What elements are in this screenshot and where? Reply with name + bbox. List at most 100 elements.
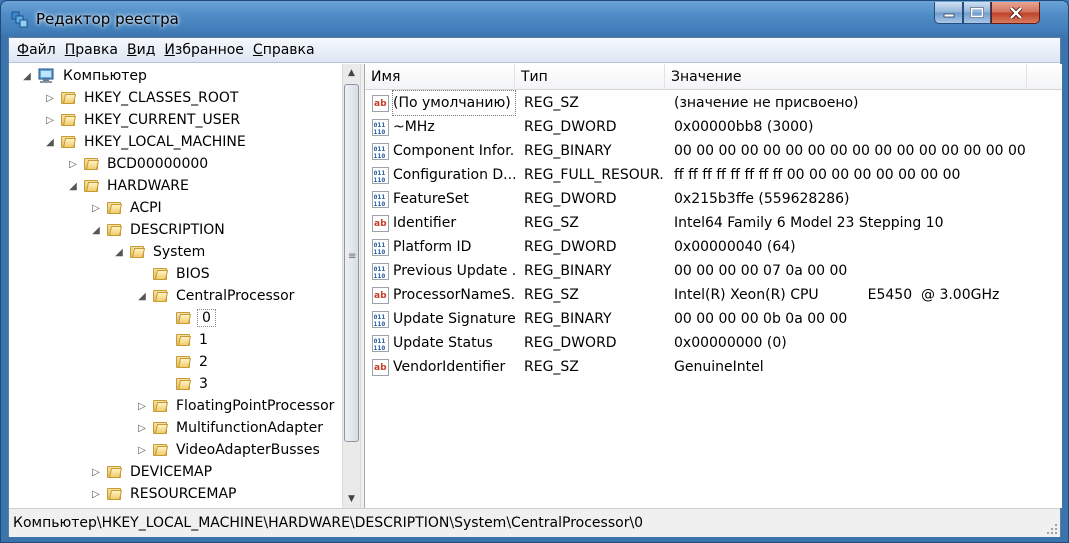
collapsed-arrow-icon[interactable]: ▷ bbox=[90, 197, 102, 219]
tree-node[interactable]: 1 bbox=[159, 329, 210, 351]
client-area: Файл Правка Вид Избранное Справка ◢ Комп… bbox=[8, 37, 1062, 537]
collapsed-arrow-icon[interactable]: ▷ bbox=[67, 153, 79, 175]
tree-node[interactable]: ◢ System bbox=[113, 241, 207, 263]
maximize-button[interactable] bbox=[963, 2, 991, 24]
list-row[interactable]: ab Identifier REG_SZ Intel64 Family 6 Model… bbox=[365, 211, 1062, 235]
tree-node[interactable]: ▷ FloatingPointProcessor bbox=[136, 395, 336, 417]
tree-node[interactable]: ◢ CentralProcessor bbox=[136, 285, 296, 307]
tree-node[interactable]: ◢ DESCRIPTION bbox=[90, 219, 227, 241]
expanded-arrow-icon[interactable]: ◢ bbox=[67, 175, 79, 197]
list-row[interactable]: 011 110 FeatureSet REG_DWORD 0x215b3ffe (559… bbox=[365, 187, 1062, 211]
scroll-up-arrow-icon[interactable]: ▲ bbox=[343, 64, 360, 81]
menu-view[interactable]: Вид bbox=[125, 42, 162, 58]
tree-node-label: DEVICEMAP bbox=[130, 464, 213, 480]
expanded-arrow-icon[interactable]: ◢ bbox=[113, 241, 125, 263]
value-type: REG_FULL_RESOUR... bbox=[524, 167, 665, 183]
list-row[interactable]: ab VendorIdentifier REG_SZ GenuineIntel bbox=[365, 355, 1062, 379]
list-row[interactable]: 011 110 Platform ID REG_DWORD 0x00000040 (64… bbox=[365, 235, 1062, 259]
value-name: Previous Update ... bbox=[393, 263, 515, 279]
column-header-value[interactable]: Значение bbox=[665, 64, 1027, 90]
tree-node[interactable]: 3 bbox=[159, 373, 210, 395]
tree-node[interactable]: ▷ ACPI bbox=[90, 197, 164, 219]
tree-node[interactable]: ◢ HARDWARE bbox=[67, 175, 191, 197]
collapsed-arrow-icon[interactable]: ▷ bbox=[44, 87, 56, 109]
collapsed-arrow-icon[interactable]: ▷ bbox=[44, 109, 56, 131]
value-name: ~MHz bbox=[393, 119, 435, 135]
list-row[interactable]: 011 110 Update Signature REG_BINARY 00 00 00… bbox=[365, 307, 1062, 331]
column-header-type[interactable]: Тип bbox=[515, 64, 665, 90]
resize-grip-icon[interactable] bbox=[1046, 523, 1058, 535]
tree-vertical-scrollbar[interactable]: ▲ ≡ ▼ bbox=[342, 64, 360, 508]
tree-node[interactable]: ▷ MultifunctionAdapter bbox=[136, 417, 325, 439]
menu-help[interactable]: Справка bbox=[251, 42, 322, 58]
folder-icon bbox=[60, 135, 77, 149]
list-row[interactable]: ab (По умолчанию) REG_SZ (значение не присв… bbox=[365, 90, 1062, 116]
tree-node[interactable]: BIOS bbox=[136, 263, 212, 285]
tree-node[interactable]: ◢ HKEY_LOCAL_MACHINE bbox=[44, 131, 248, 153]
collapsed-arrow-icon[interactable]: ▷ bbox=[136, 395, 148, 417]
tree-node[interactable]: ▷ HKEY_CURRENT_USER bbox=[44, 109, 242, 131]
scroll-down-arrow-icon[interactable]: ▼ bbox=[343, 490, 360, 507]
list-row[interactable]: 011 110 Update Status REG_DWORD 0x00000000 (… bbox=[365, 331, 1062, 355]
tree-node[interactable]: ▷ DEVICEMAP bbox=[90, 461, 214, 483]
string-value-icon: ab bbox=[372, 95, 389, 112]
list-row[interactable]: 011 110 ~MHz REG_DWORD 0x00000bb8 (3000) bbox=[365, 115, 1062, 139]
collapsed-arrow-icon[interactable]: ▷ bbox=[90, 461, 102, 483]
tree-node[interactable]: ▷ HKEY_CLASSES_ROOT bbox=[44, 87, 240, 109]
folder-icon bbox=[152, 421, 169, 435]
tree-node[interactable]: ▷ VideoAdapterBusses bbox=[136, 439, 322, 461]
expanded-arrow-icon[interactable]: ◢ bbox=[44, 131, 56, 153]
folder-icon bbox=[175, 355, 192, 369]
tree-node-label: RESOURCEMAP bbox=[130, 486, 237, 502]
collapsed-arrow-icon[interactable]: ▷ bbox=[136, 439, 148, 461]
svg-text:110: 110 bbox=[374, 344, 386, 352]
folder-icon bbox=[175, 311, 192, 325]
title-bar[interactable]: Редактор реестра bbox=[1, 1, 1068, 37]
menu-file[interactable]: Файл bbox=[15, 42, 63, 58]
computer-icon bbox=[38, 68, 54, 83]
folder-icon bbox=[60, 113, 77, 127]
registry-editor-window: Редактор реестра Файл Правка Вид Избранн… bbox=[0, 0, 1069, 543]
tree-node-label: BCD00000000 bbox=[107, 156, 209, 172]
svg-text:ab: ab bbox=[374, 291, 387, 301]
expanded-arrow-icon[interactable]: ◢ bbox=[21, 65, 33, 87]
value-type: REG_DWORD bbox=[524, 335, 617, 351]
list-row[interactable]: 011 110 Configuration D... REG_FULL_RESOUR.… bbox=[365, 163, 1062, 187]
value-type: REG_DWORD bbox=[524, 119, 617, 135]
registry-tree[interactable]: ◢ Компьютер ▷ HKEY_CLASSES_ROOT ▷ HKEY_CURR… bbox=[9, 64, 360, 508]
tree-node[interactable]: ▷ RESOURCEMAP bbox=[90, 483, 238, 505]
folder-icon bbox=[83, 157, 100, 171]
value-type: REG_BINARY bbox=[524, 263, 612, 279]
menu-edit[interactable]: Правка bbox=[63, 42, 125, 58]
value-data: GenuineIntel bbox=[674, 359, 764, 375]
menu-favorites[interactable]: Избранное bbox=[162, 42, 251, 58]
registry-editor-app-icon bbox=[11, 11, 28, 28]
value-data: 0x215b3ffe (559628286) bbox=[674, 191, 850, 207]
tree-node[interactable]: ▷ BCD00000000 bbox=[67, 153, 210, 175]
svg-text:110: 110 bbox=[374, 272, 386, 280]
expanded-arrow-icon[interactable]: ◢ bbox=[90, 219, 102, 241]
value-name: ProcessorNameS... bbox=[393, 287, 515, 303]
collapsed-arrow-icon[interactable]: ▷ bbox=[90, 483, 102, 505]
scrollbar-thumb[interactable]: ≡ bbox=[344, 84, 359, 442]
values-list[interactable]: Имя Тип Значение ab (По умолчанию) REG_SZ (… bbox=[365, 64, 1062, 508]
list-row[interactable]: ab ProcessorNameS... REG_SZ Intel(R) Xeon(R… bbox=[365, 283, 1062, 307]
minimize-button[interactable] bbox=[934, 2, 963, 24]
collapsed-arrow-icon[interactable]: ▷ bbox=[136, 417, 148, 439]
value-data: 0x00000040 (64) bbox=[674, 239, 796, 255]
svg-text:ab: ab bbox=[374, 99, 387, 109]
tree-root-computer[interactable]: ◢ Компьютер bbox=[21, 65, 149, 87]
close-button[interactable] bbox=[991, 2, 1040, 24]
list-row[interactable]: 011 110 Previous Update ... REG_BINARY 00 00… bbox=[365, 259, 1062, 283]
expanded-arrow-icon[interactable]: ◢ bbox=[136, 285, 148, 307]
tree-node[interactable]: 0 bbox=[159, 307, 216, 329]
svg-text:ab: ab bbox=[374, 219, 387, 229]
list-row[interactable]: 011 110 Component Infor... REG_BINARY 00 00 … bbox=[365, 139, 1062, 163]
column-header-name[interactable]: Имя bbox=[365, 64, 515, 90]
tree-node[interactable]: 2 bbox=[159, 351, 210, 373]
folder-icon bbox=[106, 223, 123, 237]
